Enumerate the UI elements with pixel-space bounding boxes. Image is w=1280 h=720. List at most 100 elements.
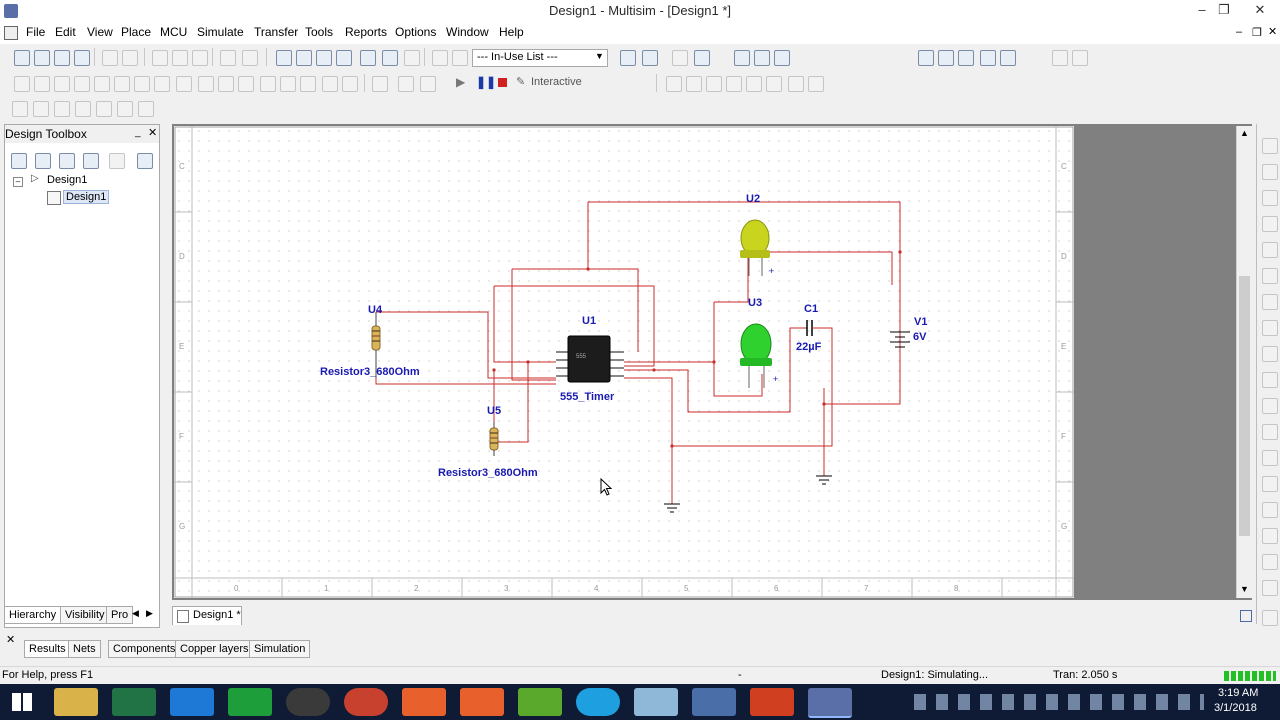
capacitor-c1[interactable] bbox=[798, 320, 820, 336]
open-icon[interactable] bbox=[34, 50, 50, 66]
tree-collapse-icon[interactable]: – bbox=[13, 177, 23, 187]
menu-simulate[interactable]: Simulate bbox=[197, 25, 244, 39]
graphic-2-icon[interactable] bbox=[33, 101, 49, 117]
electromechanical-icon[interactable] bbox=[322, 76, 338, 92]
instrument-3-icon[interactable] bbox=[1262, 190, 1278, 206]
menu-mcu[interactable]: MCU bbox=[160, 25, 187, 39]
torrent-icon[interactable] bbox=[518, 688, 562, 716]
document-icon[interactable] bbox=[4, 26, 18, 40]
instrument-19-icon[interactable] bbox=[1262, 610, 1278, 626]
database-icon[interactable] bbox=[316, 50, 332, 66]
graphic-7-icon[interactable] bbox=[138, 101, 154, 117]
tree-child-design[interactable]: Design1 bbox=[63, 190, 110, 204]
run-icon[interactable]: ▶ bbox=[456, 75, 465, 89]
graphic-1-icon[interactable] bbox=[12, 101, 28, 117]
transistor-icon[interactable] bbox=[74, 76, 90, 92]
source-icon[interactable] bbox=[14, 76, 30, 92]
spreadsheet-icon[interactable] bbox=[296, 50, 312, 66]
full-screen-icon[interactable] bbox=[1000, 50, 1016, 66]
instrument-8-icon[interactable] bbox=[1262, 320, 1278, 336]
align-right-icon[interactable] bbox=[1072, 50, 1088, 66]
tab-components[interactable]: Components bbox=[108, 640, 181, 658]
new-sheet-icon[interactable] bbox=[83, 153, 99, 169]
instrument-18-icon[interactable] bbox=[1262, 580, 1278, 596]
skype-icon[interactable] bbox=[576, 688, 620, 716]
bode-plotter-icon[interactable] bbox=[746, 76, 762, 92]
resistor-u5[interactable] bbox=[489, 422, 499, 456]
tab-project[interactable]: Pro bbox=[106, 606, 134, 624]
close-button[interactable]: ✕ bbox=[1240, 0, 1280, 22]
instrument-1-icon[interactable] bbox=[1262, 138, 1278, 154]
graphic-4-icon[interactable] bbox=[75, 101, 91, 117]
clock-date[interactable]: 3/1/2018 bbox=[1214, 702, 1257, 714]
align-left-icon[interactable] bbox=[1052, 50, 1068, 66]
wattmeter-icon[interactable] bbox=[706, 76, 722, 92]
hierarchical-icon[interactable] bbox=[420, 76, 436, 92]
menu-edit[interactable]: Edit bbox=[55, 25, 76, 39]
diode-icon[interactable] bbox=[54, 76, 70, 92]
menu-file[interactable]: File bbox=[26, 25, 45, 39]
in-use-list-dropdown[interactable]: --- In-Use List --- ▼ bbox=[472, 49, 608, 67]
graphic-6-icon[interactable] bbox=[117, 101, 133, 117]
search-icon[interactable] bbox=[734, 50, 750, 66]
pin-icon[interactable]: _ bbox=[135, 127, 141, 138]
maximize-button[interactable]: ❐ bbox=[1204, 0, 1244, 22]
new-icon[interactable] bbox=[14, 50, 30, 66]
instrument-13-icon[interactable] bbox=[1262, 450, 1278, 466]
instrument-12-icon[interactable] bbox=[1262, 424, 1278, 440]
graphic-5-icon[interactable] bbox=[96, 101, 112, 117]
settings-gear-icon[interactable] bbox=[808, 76, 824, 92]
menu-reports[interactable]: Reports bbox=[345, 25, 387, 39]
help-icon[interactable] bbox=[774, 50, 790, 66]
pause-icon[interactable]: ❚❚ bbox=[476, 75, 496, 89]
instrument-16-icon[interactable] bbox=[1262, 528, 1278, 544]
indicator-icon[interactable] bbox=[238, 76, 254, 92]
zoom-area-icon[interactable] bbox=[958, 50, 974, 66]
word-generator-icon[interactable] bbox=[788, 76, 804, 92]
internet-explorer-icon[interactable] bbox=[170, 688, 214, 716]
tab-scroll-right-icon[interactable]: ▶ bbox=[146, 608, 153, 619]
back-annotate-icon[interactable] bbox=[672, 50, 688, 66]
function-generator-icon[interactable] bbox=[686, 76, 702, 92]
save-icon[interactable] bbox=[74, 50, 90, 66]
basic-icon[interactable] bbox=[34, 76, 50, 92]
mdi-minimize-button[interactable]: – bbox=[1236, 26, 1242, 38]
breadboard-icon[interactable] bbox=[382, 50, 398, 66]
place-probe-icon[interactable] bbox=[642, 50, 658, 66]
open-design-icon[interactable] bbox=[35, 153, 51, 169]
instrument-14-icon[interactable] bbox=[1262, 476, 1278, 492]
print-preview-icon[interactable] bbox=[122, 50, 138, 66]
instrument-17-icon[interactable] bbox=[1262, 554, 1278, 570]
misc-digital-icon[interactable] bbox=[198, 76, 214, 92]
redo-icon[interactable] bbox=[242, 50, 258, 66]
forward-annotate-icon[interactable] bbox=[694, 50, 710, 66]
zoom-in-icon[interactable] bbox=[918, 50, 934, 66]
tab-copper-layers[interactable]: Copper layers bbox=[175, 640, 254, 658]
instrument-15-icon[interactable] bbox=[1262, 502, 1278, 518]
erc-icon[interactable] bbox=[452, 50, 468, 66]
project-app-icon[interactable] bbox=[112, 688, 156, 716]
copy-icon[interactable] bbox=[172, 50, 188, 66]
led-u3[interactable]: + bbox=[740, 323, 778, 388]
menu-tools[interactable]: Tools bbox=[305, 25, 333, 39]
led-u2[interactable]: + bbox=[740, 219, 774, 276]
tree-root-design[interactable]: Design1 bbox=[47, 174, 87, 186]
frequency-counter-icon[interactable] bbox=[766, 76, 782, 92]
education-icon[interactable] bbox=[754, 50, 770, 66]
delete-sheet-icon[interactable] bbox=[109, 153, 125, 169]
spreadsheet-app-icon[interactable] bbox=[228, 688, 272, 716]
menu-window[interactable]: Window bbox=[446, 25, 489, 39]
tab-visibility[interactable]: Visibility bbox=[60, 606, 110, 624]
camera-app-icon[interactable] bbox=[460, 688, 504, 716]
office-app-icon[interactable] bbox=[750, 688, 794, 716]
advanced-peripherals-icon[interactable] bbox=[176, 76, 192, 92]
cut-icon[interactable] bbox=[152, 50, 168, 66]
instrument-2-icon[interactable] bbox=[1262, 164, 1278, 180]
tab-scroll-left-icon[interactable]: ◀ bbox=[132, 608, 139, 619]
instrument-4-icon[interactable] bbox=[1262, 216, 1278, 232]
analog-icon[interactable] bbox=[94, 76, 110, 92]
scroll-down-icon[interactable]: ▼ bbox=[1240, 584, 1249, 594]
toolbox-icon[interactable] bbox=[276, 50, 292, 66]
tab-simulation[interactable]: Simulation bbox=[249, 640, 311, 658]
menu-help[interactable]: Help bbox=[499, 25, 524, 39]
